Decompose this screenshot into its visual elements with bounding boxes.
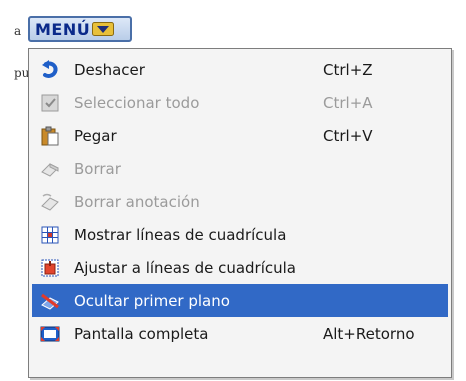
menu-item-shortcut: Ctrl+V <box>323 126 373 145</box>
menu-item-label: Mostrar líneas de cuadrícula <box>74 225 287 244</box>
show-grid-icon <box>32 218 68 251</box>
paste-icon <box>32 119 68 152</box>
dropdown-menu: Deshacer Ctrl+Z Seleccionar todo Ctrl+A … <box>28 48 452 378</box>
menu-item-label: Ajustar a líneas de cuadrícula <box>74 258 296 277</box>
menu-button[interactable]: MENÚ <box>28 16 132 42</box>
menu-item-borrar-anotacion[interactable]: Borrar anotación <box>32 185 448 218</box>
menu-item-deshacer[interactable]: Deshacer Ctrl+Z <box>32 53 448 86</box>
menu-item-label: Ocultar primer plano <box>74 291 230 310</box>
triangle-down-icon <box>92 22 115 36</box>
menu-item-label: Seleccionar todo <box>74 93 200 112</box>
background-text-a: a <box>14 24 22 38</box>
eraser-icon <box>32 152 68 185</box>
erase-annotation-icon <box>32 185 68 218</box>
menu-item-shortcut: Ctrl+Z <box>323 60 373 79</box>
menu-item-seleccionar-todo[interactable]: Seleccionar todo Ctrl+A <box>32 86 448 119</box>
menu-item-pantalla-completa[interactable]: Pantalla completa Alt+Retorno <box>32 317 448 350</box>
select-all-icon <box>32 86 68 119</box>
menu-item-shortcut: Ctrl+A <box>323 93 373 112</box>
snap-grid-icon <box>32 251 68 284</box>
menu-item-label: Borrar anotación <box>74 192 200 211</box>
menu-item-mostrar-lineas[interactable]: Mostrar líneas de cuadrícula <box>32 218 448 251</box>
hide-foreground-icon <box>32 284 68 317</box>
menu-item-label: Deshacer <box>74 60 145 79</box>
menu-item-pegar[interactable]: Pegar Ctrl+V <box>32 119 448 152</box>
menu-item-label: Pegar <box>74 126 117 145</box>
menu-button-label: MENÚ <box>35 19 91 39</box>
menu-item-ajustar-lineas[interactable]: Ajustar a líneas de cuadrícula <box>32 251 448 284</box>
menu-item-ocultar-primer-plano[interactable]: Ocultar primer plano <box>32 284 448 317</box>
menu-item-label: Borrar <box>74 159 121 178</box>
fullscreen-icon <box>32 317 68 350</box>
menu-item-borrar[interactable]: Borrar <box>32 152 448 185</box>
undo-icon <box>32 53 68 86</box>
menu-item-shortcut: Alt+Retorno <box>323 324 415 343</box>
menu-item-label: Pantalla completa <box>74 324 209 343</box>
